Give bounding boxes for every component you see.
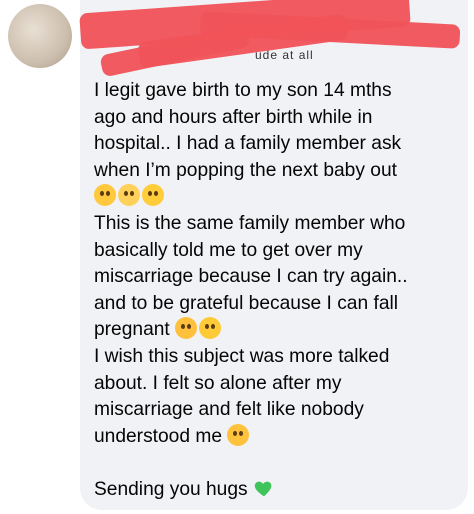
- message-line: miscarriage because I can try again..: [94, 266, 408, 288]
- message-line: understood me: [94, 425, 222, 447]
- flushed-face-icon: [175, 317, 198, 340]
- message-line-with-emoji: understood me: [94, 423, 464, 451]
- message-line-with-emoji: pregnant: [94, 317, 464, 344]
- message-line: when I’m popping the next baby out: [94, 159, 397, 181]
- message-line: Sending you hugs: [94, 478, 248, 500]
- message-line: I wish this subject was more talked: [94, 345, 390, 367]
- message-line: This is the same family member who: [94, 212, 406, 234]
- green-heart-icon: [254, 481, 272, 497]
- message-line: about. I felt so alone after my: [94, 372, 342, 394]
- message-line: pregnant: [94, 319, 170, 341]
- thinking-face-icon: [199, 317, 222, 340]
- avatar[interactable]: [8, 4, 72, 68]
- message-line: ago and hours after birth while in: [94, 106, 373, 128]
- message-text: I legit gave birth to my son 14 mths ago…: [94, 78, 464, 504]
- message-line: I legit gave birth to my son 14 mths: [94, 80, 392, 101]
- emoji-row: [94, 184, 464, 211]
- message-line-with-emoji: Sending you hugs: [94, 477, 464, 504]
- message-line: miscarriage and felt like nobody: [94, 399, 364, 421]
- weary-face-icon: [118, 184, 140, 207]
- message-line: basically told me to get over my: [94, 239, 363, 261]
- loudly-crying-face-icon: [227, 423, 250, 446]
- message-line: and to be grateful because I can fall: [94, 292, 399, 314]
- rolling-eyes-icon: [142, 184, 164, 207]
- face-with-tears-of-joy-icon: [94, 184, 116, 207]
- redacted-fragment: ude at all: [255, 48, 314, 62]
- message-line: hospital.. I had a family member ask: [94, 133, 402, 155]
